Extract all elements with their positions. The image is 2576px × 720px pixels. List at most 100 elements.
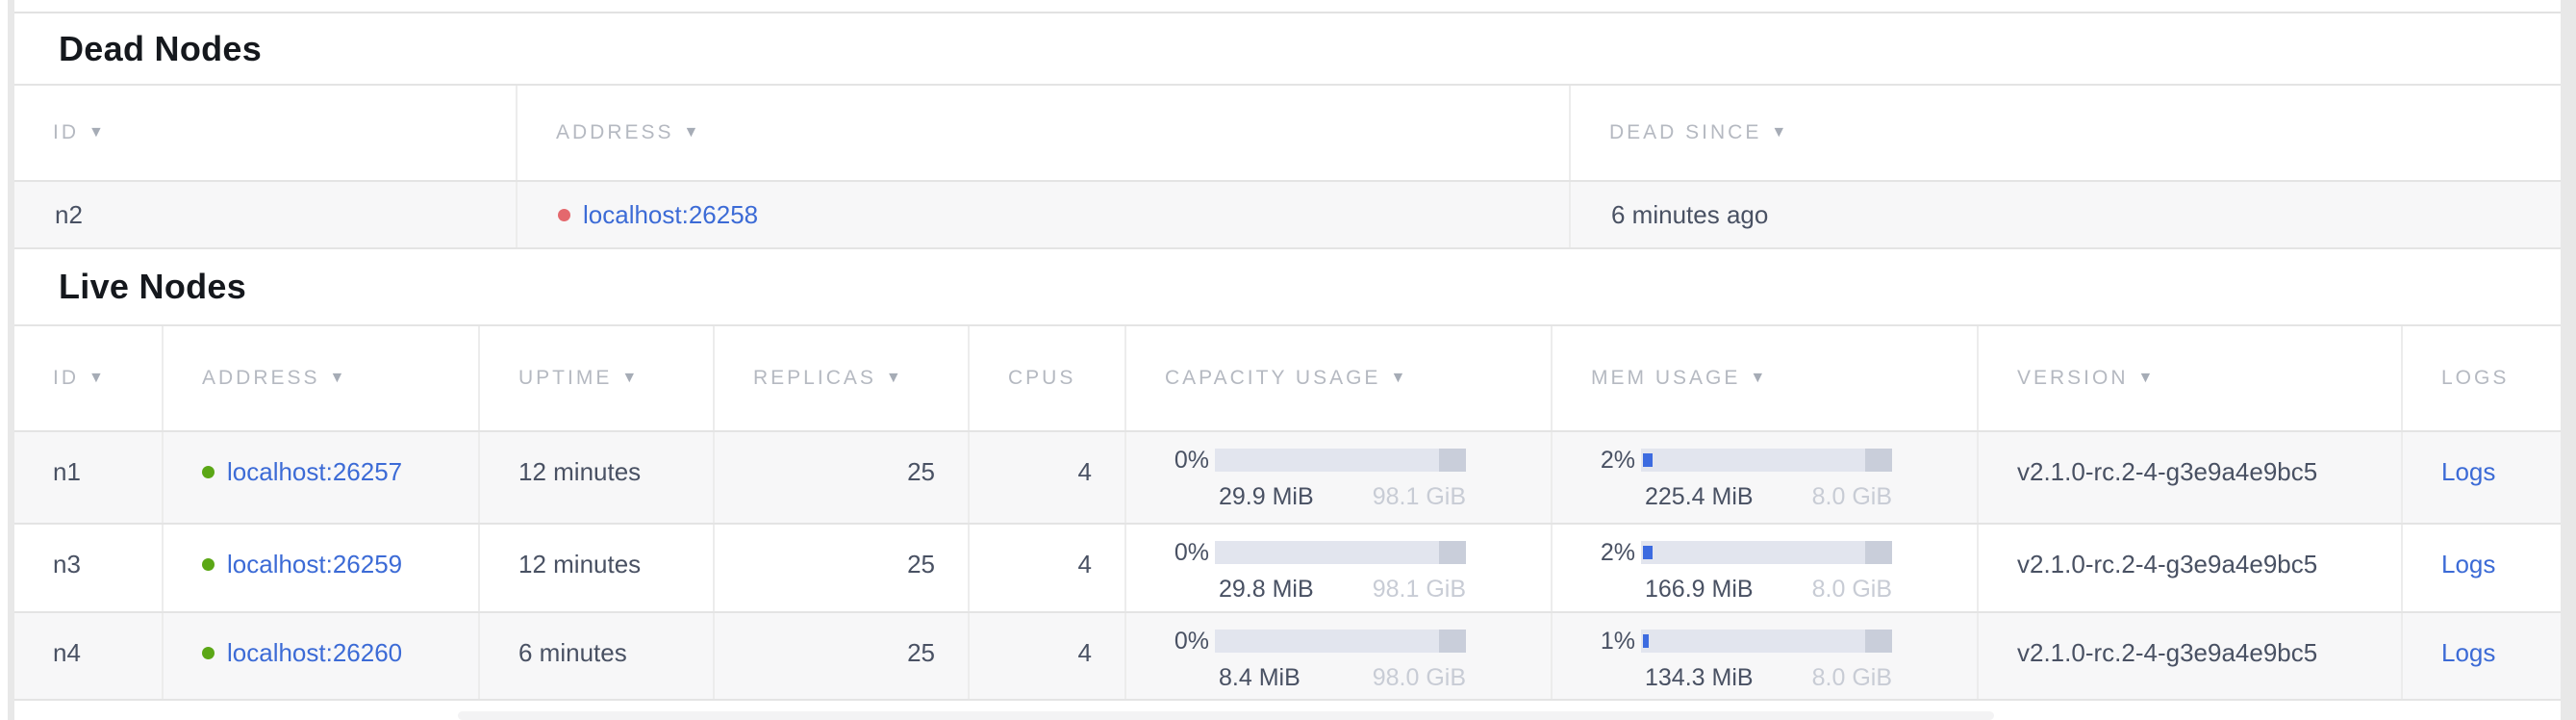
mem-usage-bar <box>1641 630 1892 653</box>
live-node-cpus: 4 <box>970 525 1126 611</box>
capacity-used: 29.8 MiB <box>1219 576 1314 603</box>
capacity-percent: 0% <box>1163 447 1209 475</box>
sort-arrow-icon: ▼ <box>886 370 901 387</box>
dead-node-address-link[interactable]: localhost:26258 <box>583 200 758 230</box>
live-header-version[interactable]: VERSION ▼ <box>1979 326 2403 430</box>
live-header-capacity-usage[interactable]: CAPACITY USAGE ▼ <box>1126 326 1553 430</box>
page-right-gutter <box>2561 0 2576 720</box>
mem-used: 225.4 MiB <box>1645 483 1754 510</box>
capacity-percent: 0% <box>1163 628 1209 656</box>
dead-node-dead-since: 6 minutes ago <box>1571 182 2561 247</box>
live-header-logs: LOGS <box>2403 326 2561 430</box>
mem-fill <box>1643 453 1653 467</box>
mem-used: 166.9 MiB <box>1645 576 1754 603</box>
live-node-replicas: 25 <box>715 613 970 699</box>
horizontal-scrollbar-thumb[interactable] <box>458 711 1994 720</box>
live-node-id: n4 <box>14 613 164 699</box>
dead-node-id: n2 <box>14 182 518 247</box>
dead-node-row: n2 localhost:26258 6 minutes ago <box>14 182 2561 249</box>
live-node-id: n3 <box>14 525 164 611</box>
capacity-reserved-segment <box>1439 541 1466 564</box>
dead-nodes-header-row: ID ▼ ADDRESS ▼ DEAD SINCE ▼ <box>14 86 2561 182</box>
sort-arrow-icon: ▼ <box>1750 370 1765 387</box>
dead-header-address[interactable]: ADDRESS ▼ <box>518 86 1571 180</box>
capacity-used: 8.4 MiB <box>1219 664 1301 691</box>
logs-cell: Logs <box>2403 525 2561 611</box>
live-node-id: n1 <box>14 432 164 523</box>
live-node-uptime: 6 minutes <box>480 613 715 699</box>
mem-percent: 2% <box>1589 447 1635 475</box>
mem-percent: 2% <box>1589 539 1635 567</box>
mem-used: 134.3 MiB <box>1645 664 1754 691</box>
page-left-gutter <box>8 0 14 720</box>
live-header-replicas[interactable]: REPLICAS ▼ <box>715 326 970 430</box>
dead-status-dot-icon <box>558 209 570 221</box>
live-node-row: n1 localhost:26257 12 minutes 25 4 0% 29… <box>14 432 2561 525</box>
capacity-reserved-segment <box>1439 449 1466 472</box>
nodes-overview-panel: Dead Nodes ID ▼ ADDRESS ▼ DEAD SINCE ▼ n… <box>14 12 2561 701</box>
live-header-id[interactable]: ID ▼ <box>14 326 164 430</box>
live-node-address-link[interactable]: localhost:26257 <box>227 457 402 486</box>
capacity-usage-cell: 0% 29.9 MiB 98.1 GiB <box>1126 432 1553 523</box>
live-header-cpus[interactable]: CPUS <box>970 326 1126 430</box>
capacity-reserved-segment <box>1439 630 1466 653</box>
sort-arrow-icon: ▼ <box>621 370 637 387</box>
live-node-address-link[interactable]: localhost:26260 <box>227 638 402 667</box>
mem-usage-cell: 1% 134.3 MiB 8.0 GiB <box>1553 613 1979 699</box>
live-status-dot-icon <box>202 647 215 659</box>
live-node-row: n4 localhost:26260 6 minutes 25 4 0% 8.4… <box>14 613 2561 701</box>
live-status-dot-icon <box>202 466 215 478</box>
capacity-usage-cell: 0% 29.8 MiB 98.1 GiB <box>1126 525 1553 611</box>
sort-arrow-icon: ▼ <box>2138 370 2154 387</box>
live-header-mem-usage[interactable]: MEM USAGE ▼ <box>1553 326 1979 430</box>
mem-reserved-segment <box>1865 541 1892 564</box>
capacity-total: 98.0 GiB <box>1373 664 1466 691</box>
live-node-replicas: 25 <box>715 432 970 523</box>
live-nodes-title: Live Nodes <box>14 249 2561 326</box>
logs-cell: Logs <box>2403 432 2561 523</box>
capacity-percent: 0% <box>1163 539 1209 567</box>
capacity-usage-bar <box>1215 449 1466 472</box>
live-node-cpus: 4 <box>970 432 1126 523</box>
capacity-total: 98.1 GiB <box>1373 576 1466 603</box>
logs-link[interactable]: Logs <box>2441 638 2495 667</box>
dead-header-dead-since[interactable]: DEAD SINCE ▼ <box>1571 86 2561 180</box>
mem-reserved-segment <box>1865 449 1892 472</box>
capacity-total: 98.1 GiB <box>1373 483 1466 510</box>
live-node-uptime: 12 minutes <box>480 525 715 611</box>
mem-usage-cell: 2% 225.4 MiB 8.0 GiB <box>1553 432 1979 523</box>
capacity-usage-bar <box>1215 541 1466 564</box>
live-node-version: v2.1.0-rc.2-4-g3e9a4e9bc5 <box>1979 525 2403 611</box>
mem-reserved-segment <box>1865 630 1892 653</box>
logs-cell: Logs <box>2403 613 2561 699</box>
mem-fill <box>1643 546 1653 559</box>
live-status-dot-icon <box>202 558 215 571</box>
mem-fill <box>1643 634 1649 648</box>
mem-usage-cell: 2% 166.9 MiB 8.0 GiB <box>1553 525 1979 611</box>
capacity-used: 29.9 MiB <box>1219 483 1314 510</box>
dead-header-id[interactable]: ID ▼ <box>14 86 518 180</box>
live-node-row: n3 localhost:26259 12 minutes 25 4 0% 29… <box>14 525 2561 613</box>
live-node-address-link[interactable]: localhost:26259 <box>227 550 402 579</box>
dead-node-address-cell: localhost:26258 <box>518 182 1571 247</box>
live-node-version: v2.1.0-rc.2-4-g3e9a4e9bc5 <box>1979 613 2403 699</box>
capacity-usage-bar <box>1215 630 1466 653</box>
dead-nodes-title: Dead Nodes <box>14 13 2561 86</box>
live-node-version: v2.1.0-rc.2-4-g3e9a4e9bc5 <box>1979 432 2403 523</box>
sort-arrow-icon: ▼ <box>330 370 345 387</box>
mem-total: 8.0 GiB <box>1812 664 1892 691</box>
mem-total: 8.0 GiB <box>1812 576 1892 603</box>
sort-arrow-icon: ▼ <box>1390 370 1405 387</box>
logs-link[interactable]: Logs <box>2441 457 2495 486</box>
live-node-address-cell: localhost:26260 <box>164 613 480 699</box>
sort-arrow-icon: ▼ <box>1771 124 1786 141</box>
capacity-usage-cell: 0% 8.4 MiB 98.0 GiB <box>1126 613 1553 699</box>
logs-link[interactable]: Logs <box>2441 550 2495 579</box>
mem-usage-bar <box>1641 449 1892 472</box>
live-node-replicas: 25 <box>715 525 970 611</box>
live-header-uptime[interactable]: UPTIME ▼ <box>480 326 715 430</box>
mem-percent: 1% <box>1589 628 1635 656</box>
mem-usage-bar <box>1641 541 1892 564</box>
sort-arrow-icon: ▼ <box>88 124 104 141</box>
live-header-address[interactable]: ADDRESS ▼ <box>164 326 480 430</box>
